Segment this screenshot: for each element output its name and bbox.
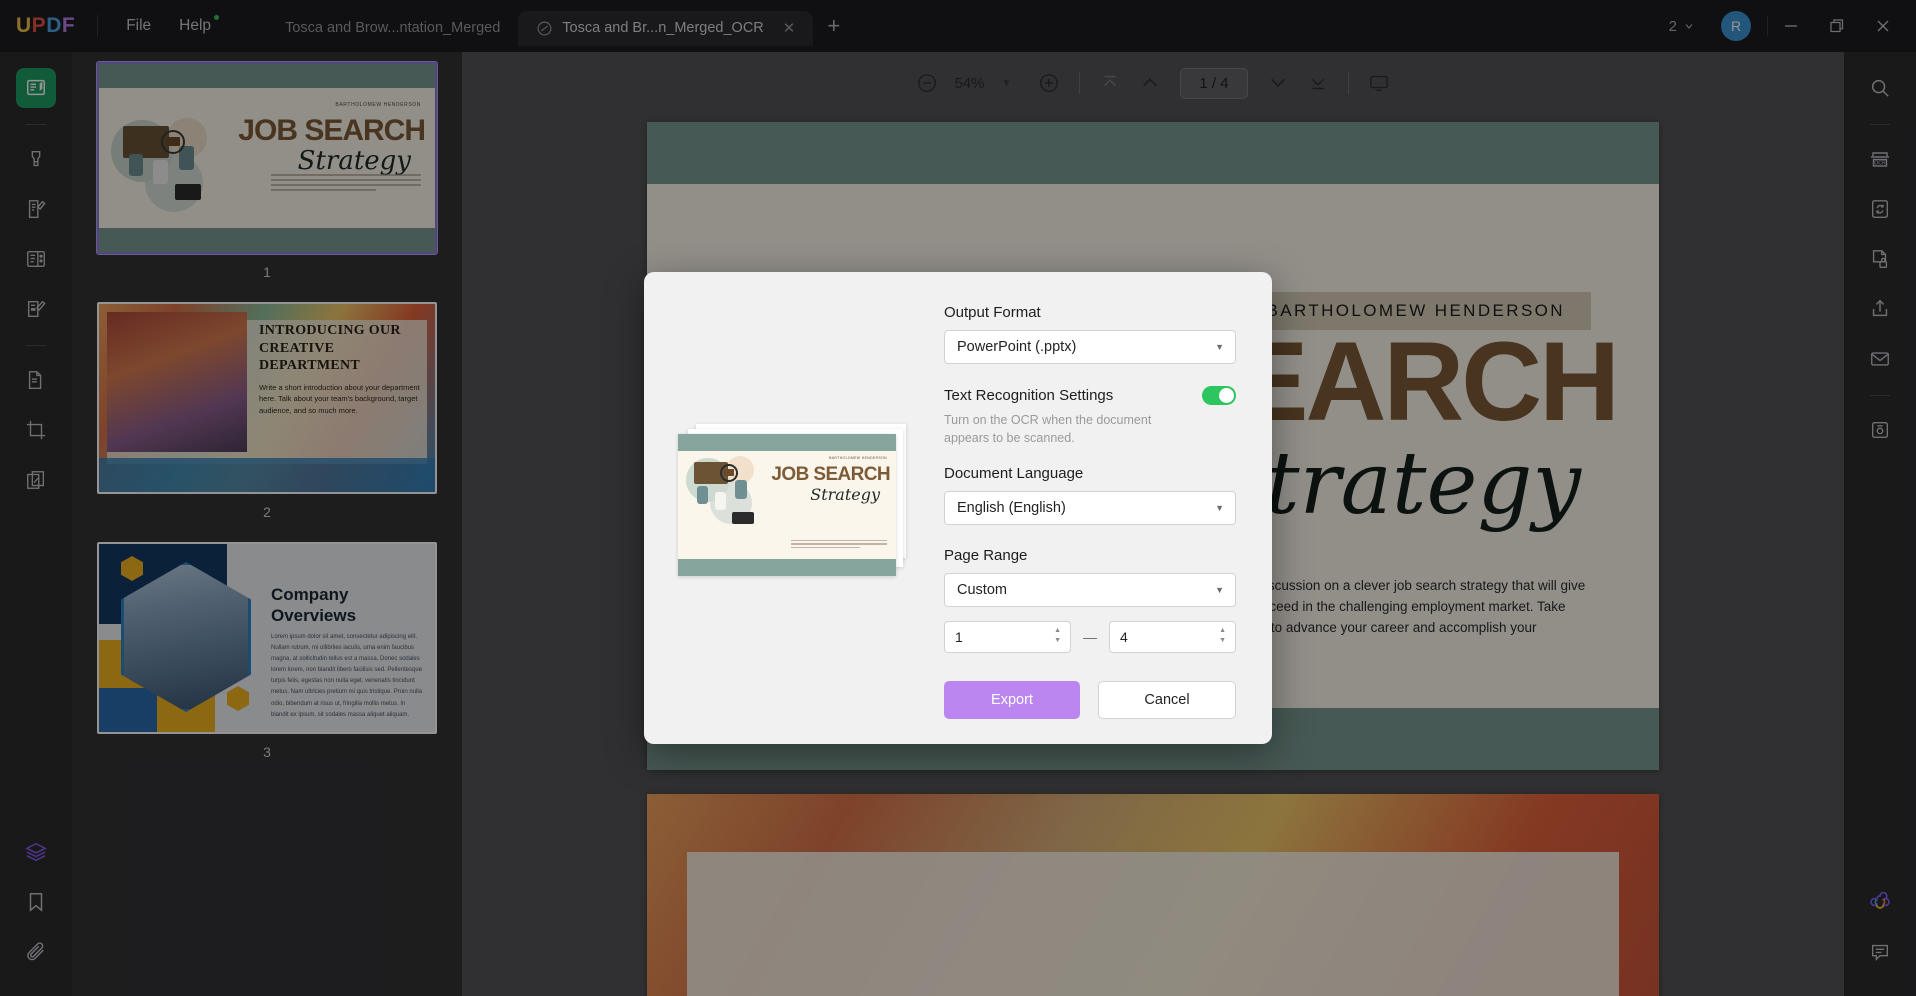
updf-application-window: U P D F File Help Tosca and Brow...ntati… (0, 0, 1916, 996)
page-from-input[interactable]: 1 ▲ ▼ (944, 621, 1071, 654)
toggle-knob (1219, 388, 1234, 403)
export-preview-panel: BARTHOLOMEW HENDERSON JOB SEARCH Strateg… (644, 272, 944, 744)
page-from-value: 1 (955, 629, 963, 646)
preview-sheet-front: BARTHOLOMEW HENDERSON JOB SEARCH Strateg… (678, 434, 896, 576)
preview-kicker: BARTHOLOMEW HENDERSON (829, 456, 887, 460)
stepper-arrows-from[interactable]: ▲ ▼ (1054, 627, 1061, 644)
output-format-select[interactable]: PowerPoint (.pptx) ▼ (944, 330, 1236, 364)
preview-title-big: JOB SEARCH (771, 464, 890, 485)
page-range-label: Page Range (944, 547, 1028, 565)
chevron-down-icon: ▼ (1215, 585, 1224, 596)
text-recognition-toggle[interactable] (1202, 386, 1236, 405)
page-range-value: Custom (957, 582, 1007, 599)
chevron-down-icon: ▼ (1215, 342, 1224, 352)
output-format-value: PowerPoint (.pptx) (957, 339, 1077, 355)
dialog-button-row: Export Cancel (944, 681, 1236, 720)
document-stack-preview: BARTHOLOMEW HENDERSON JOB SEARCH Strateg… (678, 424, 910, 582)
preview-bottom-band (678, 559, 896, 576)
document-language-label: Document Language (944, 465, 1084, 483)
stepper-up-icon[interactable]: ▲ (1054, 627, 1061, 634)
page-range-inputs: 1 ▲ ▼ — 4 ▲ ▼ (944, 621, 1236, 654)
export-button[interactable]: Export (944, 681, 1080, 720)
stepper-down-icon[interactable]: ▼ (1054, 637, 1061, 644)
cancel-button[interactable]: Cancel (1098, 681, 1236, 720)
range-separator: — (1083, 629, 1097, 646)
document-language-select[interactable]: English (English) ▼ (944, 491, 1236, 526)
export-settings-form: Output Format PowerPoint (.pptx) ▼ Text … (944, 272, 1272, 744)
text-recognition-row: Text Recognition Settings (944, 386, 1236, 405)
preview-title-script: Strategy (810, 485, 880, 504)
export-settings-dialog: BARTHOLOMEW HENDERSON JOB SEARCH Strateg… (644, 272, 1272, 744)
preview-top-band (678, 434, 896, 451)
stepper-arrows-to[interactable]: ▲ ▼ (1219, 627, 1226, 644)
page-to-value: 4 (1120, 629, 1128, 646)
cancel-button-label: Cancel (1144, 692, 1190, 709)
preview-illustration (682, 454, 772, 536)
text-recognition-hint: Turn on the OCR when the document appear… (944, 413, 1152, 446)
stepper-up-icon[interactable]: ▲ (1219, 627, 1226, 634)
output-format-label: Output Format (944, 304, 1041, 321)
page-to-input[interactable]: 4 ▲ ▼ (1109, 621, 1236, 654)
stepper-down-icon[interactable]: ▼ (1219, 637, 1226, 644)
preview-body-lines (791, 539, 887, 551)
document-language-value: English (English) (957, 500, 1066, 517)
export-button-label: Export (991, 692, 1033, 709)
page-range-select[interactable]: Custom ▼ (944, 573, 1236, 608)
chevron-down-icon: ▼ (1215, 503, 1224, 514)
text-recognition-label: Text Recognition Settings (944, 387, 1114, 404)
